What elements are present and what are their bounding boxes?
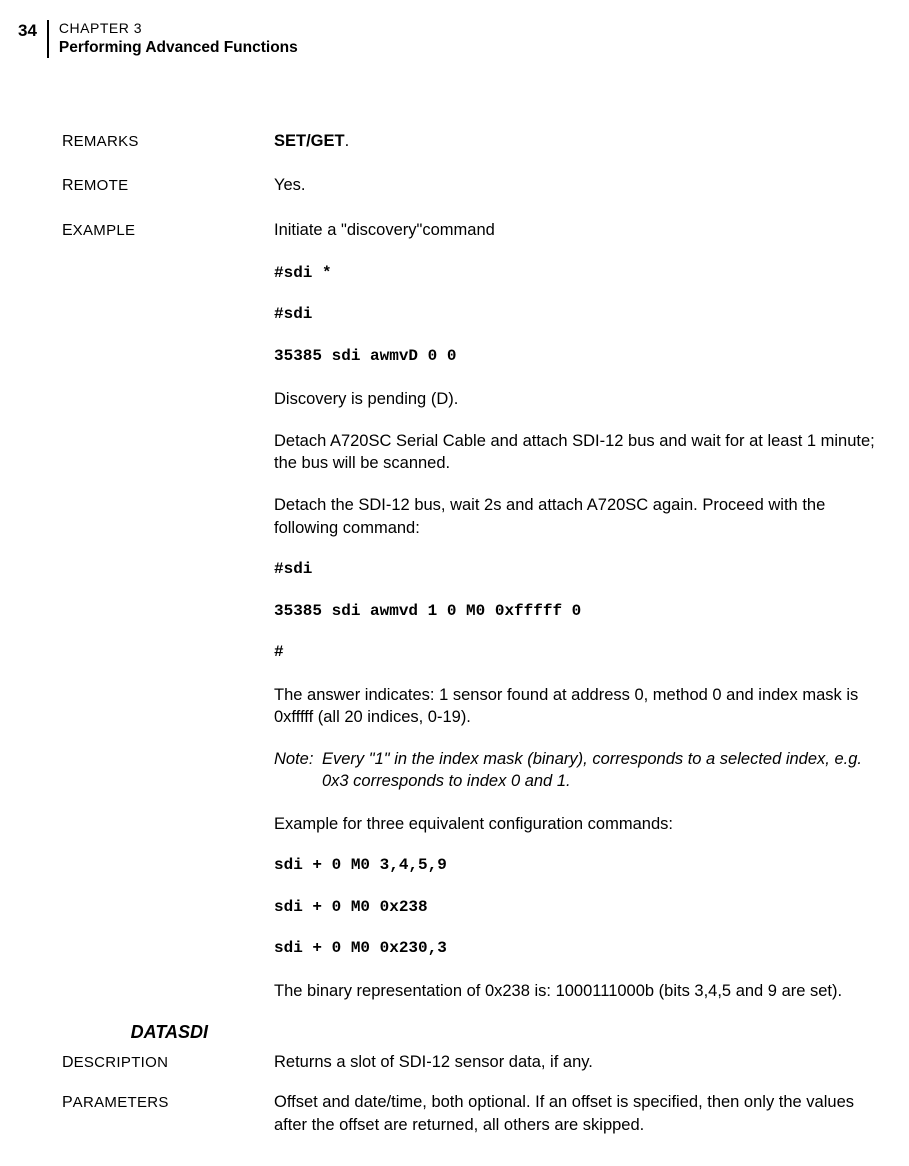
cmd-line: #	[274, 642, 881, 664]
label-initial: R	[62, 177, 74, 194]
description-row: DESCRIPTION Returns a slot of SDI-12 sen…	[62, 1051, 881, 1073]
header-text-block: CHAPTER 3 Performing Advanced Functions	[59, 20, 298, 57]
body-text: The answer indicates: 1 sensor found at …	[274, 684, 881, 729]
content-area-2: DESCRIPTION Returns a slot of SDI-12 sen…	[0, 1051, 909, 1136]
page-header: 34 CHAPTER 3 Performing Advanced Functio…	[0, 0, 909, 58]
description-label: DESCRIPTION	[62, 1054, 274, 1072]
example-value: Initiate a "discovery"command	[274, 219, 881, 241]
label-rest: XAMPLE	[73, 222, 136, 239]
cmd-line: #sdi *	[274, 263, 881, 285]
parameters-row: PARAMETERS Offset and date/time, both op…	[62, 1091, 881, 1136]
remote-label: REMOTE	[62, 177, 274, 195]
label-initial: P	[62, 1094, 73, 1111]
example-block: #sdi * #sdi 35385 sdi awmvD 0 0 Discover…	[0, 263, 909, 1002]
content-area: REMARKS SET/GET. REMOTE Yes. EXAMPLE Ini…	[0, 58, 909, 241]
cmd-line: #sdi	[274, 559, 881, 581]
header-divider	[47, 20, 49, 58]
body-text: Detach A720SC Serial Cable and attach SD…	[274, 430, 881, 475]
note-text: Note:Every "1" in the index mask (binary…	[274, 748, 881, 793]
label-rest: ESCRIPTION	[74, 1054, 169, 1071]
page-number: 34	[0, 20, 47, 41]
cmd-line: sdi + 0 M0 0x230,3	[274, 938, 881, 960]
remarks-value-bold: SET/GET	[274, 132, 345, 150]
chapter-title: Performing Advanced Functions	[59, 39, 298, 57]
label-rest: ARAMETERS	[73, 1094, 169, 1111]
body-text: The binary representation of 0x238 is: 1…	[274, 980, 881, 1002]
chapter-label: CHAPTER 3	[59, 20, 298, 36]
cmd-line: 35385 sdi awmvd 1 0 M0 0xfffff 0	[274, 601, 881, 623]
remote-value: Yes.	[274, 174, 881, 196]
example-label: EXAMPLE	[62, 222, 274, 240]
label-rest: EMOTE	[74, 177, 129, 194]
remote-row: REMOTE Yes.	[62, 174, 881, 196]
label-initial: D	[62, 1054, 74, 1071]
cmd-line: #sdi	[274, 304, 881, 326]
body-text: Example for three equivalent configurati…	[274, 813, 881, 835]
body-text: Detach the SDI-12 bus, wait 2s and attac…	[274, 494, 881, 539]
remarks-value-after: .	[345, 132, 350, 150]
label-rest: EMARKS	[74, 133, 139, 150]
remarks-label: REMARKS	[62, 133, 274, 151]
label-initial: E	[62, 222, 73, 239]
remarks-value: SET/GET.	[274, 130, 881, 152]
remarks-row: REMARKS SET/GET.	[62, 130, 881, 152]
parameters-label: PARAMETERS	[62, 1094, 274, 1112]
note-body: Every "1" in the index mask (binary), co…	[322, 748, 877, 793]
description-value: Returns a slot of SDI-12 sensor data, if…	[274, 1051, 881, 1073]
label-initial: R	[62, 133, 74, 150]
parameters-value: Offset and date/time, both optional. If …	[274, 1091, 881, 1136]
note-label: Note:	[274, 748, 322, 770]
cmd-line: 35385 sdi awmvD 0 0	[274, 346, 881, 368]
section-heading-datasdi: DATASDI	[24, 1022, 208, 1043]
example-row: EXAMPLE Initiate a "discovery"command	[62, 219, 881, 241]
cmd-line: sdi + 0 M0 3,4,5,9	[274, 855, 881, 877]
body-text: Discovery is pending (D).	[274, 388, 881, 410]
cmd-line: sdi + 0 M0 0x238	[274, 897, 881, 919]
